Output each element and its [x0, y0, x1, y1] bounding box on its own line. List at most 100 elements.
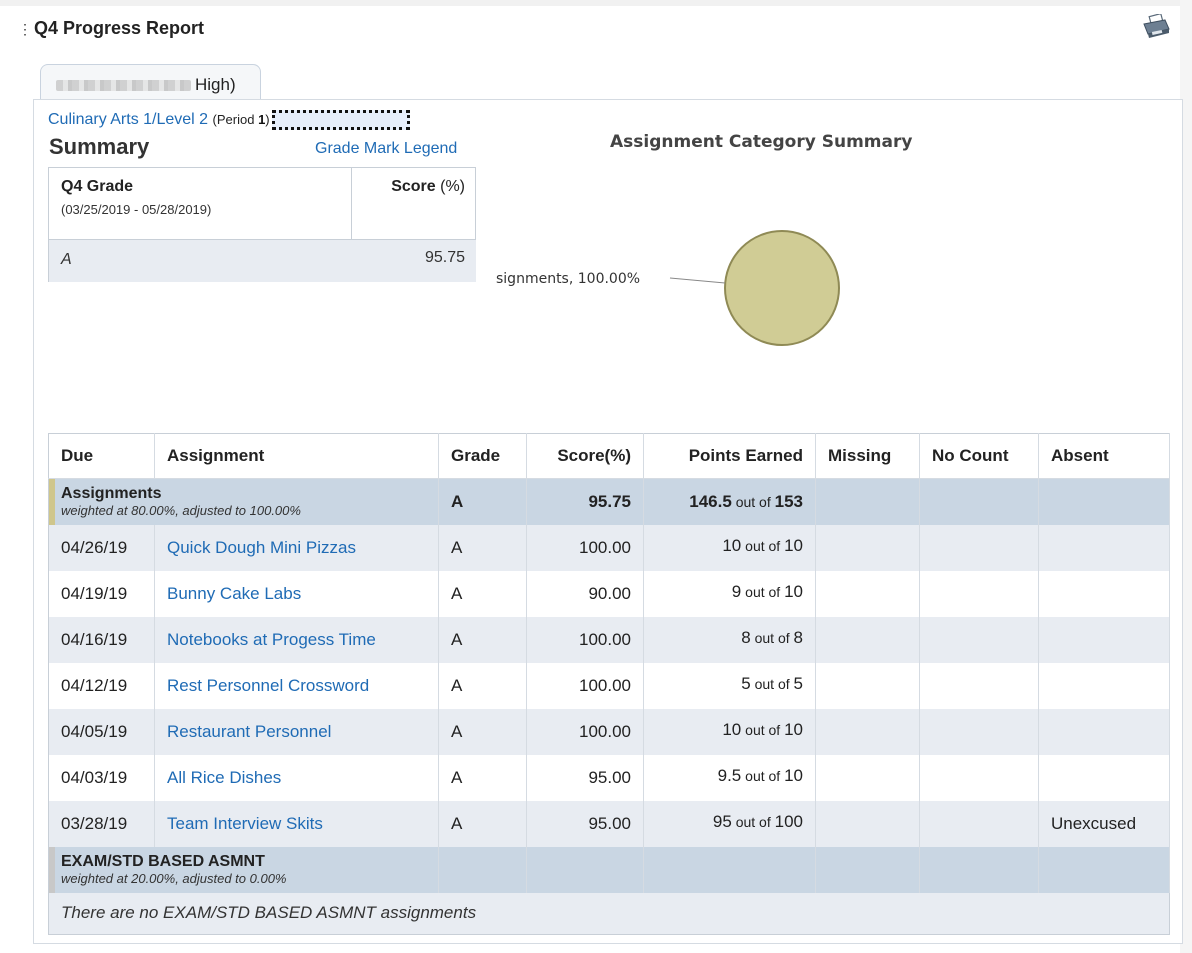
category-row: Assignments weighted at 80.00%, adjusted …: [48, 478, 1170, 525]
category-weight: weighted at 80.00%, adjusted to 100.00%: [61, 503, 301, 519]
category-color-bar: [49, 479, 55, 525]
assignment-link[interactable]: Rest Personnel Crossword: [167, 676, 369, 695]
column-header[interactable]: Grade: [438, 433, 527, 479]
assignment-link[interactable]: Notebooks at Progess Time: [167, 630, 376, 649]
assignment-grade: A: [438, 800, 527, 847]
redacted-teacher-name: [271, 110, 410, 130]
category-row: EXAM/STD BASED ASMNT weighted at 20.00%, …: [48, 846, 1170, 893]
assignment-cell: Bunny Cake Labs: [154, 570, 439, 617]
pie-leader-line: [669, 277, 726, 284]
column-header[interactable]: Due: [48, 433, 155, 479]
table-row: 04/03/19 All Rice Dishes A 95.00 9.5 out of …: [48, 754, 1170, 801]
absent-flag: [1038, 524, 1170, 571]
absent-flag: [1038, 754, 1170, 801]
due-date: 04/05/19: [48, 708, 155, 755]
points-possible: 10: [784, 535, 803, 555]
assignment-score: 95.00: [526, 800, 644, 847]
table-header-row: Due Assignment Grade Score(%) Points Earned M…: [48, 433, 1170, 479]
course-link[interactable]: Culinary Arts 1/Level 2: [48, 111, 208, 128]
assignment-cell: Quick Dough Mini Pizzas: [154, 524, 439, 571]
absent-flag: [1038, 570, 1170, 617]
due-date: 04/12/19: [48, 662, 155, 709]
pie-slice-label: signments, 100.00%: [496, 271, 640, 287]
points-earned: 9.5 out of 10: [643, 754, 816, 801]
table-row: 04/05/19 Restaurant Personnel A 100.00 10 ou…: [48, 708, 1170, 755]
column-header[interactable]: Score(%): [526, 433, 644, 479]
no-count-flag: [919, 524, 1039, 571]
summary-heading: Summary: [49, 134, 150, 159]
assignment-score: 100.00: [526, 708, 644, 755]
missing-flag: [815, 662, 920, 709]
assignment-cell: Notebooks at Progess Time: [154, 616, 439, 663]
column-header[interactable]: No Count: [919, 433, 1039, 479]
no-count-flag: [919, 662, 1039, 709]
category-score: [526, 846, 644, 893]
category-points: 146.5 out of 153: [643, 478, 816, 525]
absent-flag: [1038, 662, 1170, 709]
due-date: 04/03/19: [48, 754, 155, 801]
column-header[interactable]: Missing: [815, 433, 920, 479]
points-earned-value: 8: [741, 627, 751, 647]
points-possible: 10: [784, 719, 803, 739]
category-empty-cell: [919, 478, 1039, 525]
assignment-score: 100.00: [526, 524, 644, 571]
points-possible: 100: [774, 811, 803, 831]
assignment-cell: Team Interview Skits: [154, 800, 439, 847]
table-row: 04/26/19 Quick Dough Mini Pizzas A 100.00 10…: [48, 524, 1170, 571]
column-header[interactable]: Absent: [1038, 433, 1170, 479]
missing-flag: [815, 754, 920, 801]
missing-flag: [815, 524, 920, 571]
assignment-score: 100.00: [526, 662, 644, 709]
points-earned: 8 out of 8: [643, 616, 816, 663]
points-out-of: out of: [741, 537, 785, 554]
category-empty-cell: [815, 846, 920, 893]
no-count-flag: [919, 800, 1039, 847]
points-out-of: out of: [731, 813, 775, 830]
assignment-link[interactable]: Team Interview Skits: [167, 814, 323, 833]
grade-header: Q4 Grade: [61, 178, 134, 195]
assignment-link[interactable]: Restaurant Personnel: [167, 722, 331, 741]
table-row: 03/28/19 Team Interview Skits A 95.00 95 out…: [48, 800, 1170, 847]
category-points: [643, 846, 816, 893]
category-points-total: 153: [774, 491, 803, 511]
category-name: EXAM/STD BASED ASMNT: [61, 853, 265, 870]
assignments-table: Due Assignment Grade Score(%) Points Earned M…: [48, 433, 1170, 935]
period-info: (Period 1): [213, 112, 270, 127]
category-grade: A: [438, 478, 527, 525]
tab-school[interactable]: High): [40, 64, 261, 100]
points-earned: 10 out of 10: [643, 708, 816, 755]
printer-icon[interactable]: [1141, 14, 1171, 40]
overall-score: 95.75: [424, 249, 465, 266]
category-empty-cell: [815, 478, 920, 525]
chart-title: Assignment Category Summary: [610, 132, 913, 152]
category-color-bar: [49, 846, 55, 893]
pie-slice[interactable]: [724, 230, 840, 346]
category-points-mid: out of: [731, 493, 775, 510]
assignment-link[interactable]: Bunny Cake Labs: [167, 584, 301, 603]
grade-mark-legend-link[interactable]: Grade Mark Legend: [315, 140, 457, 158]
points-out-of: out of: [741, 721, 785, 738]
assignment-link[interactable]: Quick Dough Mini Pizzas: [167, 538, 356, 557]
category-grade: [438, 846, 527, 893]
report-title: ⋮ Q4 Progress Report: [18, 18, 204, 39]
points-earned-value: 5: [741, 673, 751, 693]
category-empty-cell: [1038, 478, 1170, 525]
points-earned: 5 out of 5: [643, 662, 816, 709]
assignment-link[interactable]: All Rice Dishes: [167, 768, 281, 787]
points-earned-value: 95: [712, 811, 732, 831]
no-count-flag: [919, 708, 1039, 755]
score-header: Score (%): [391, 178, 465, 196]
empty-category-message: There are no EXAM/STD BASED ASMNT assign…: [48, 892, 1170, 935]
points-earned-value: 9.5: [717, 765, 742, 785]
column-header[interactable]: Points Earned: [643, 433, 816, 479]
table-row: 04/12/19 Rest Personnel Crossword A 100.00 5…: [48, 662, 1170, 709]
absent-flag: Unexcused: [1038, 800, 1170, 847]
grade-dates: (03/25/2019 - 05/28/2019): [61, 202, 212, 217]
assignment-grade: A: [438, 754, 527, 801]
column-header[interactable]: Assignment: [154, 433, 439, 479]
due-date: 04/26/19: [48, 524, 155, 571]
expand-icon[interactable]: ⋮: [18, 21, 32, 37]
absent-flag: [1038, 616, 1170, 663]
score-header-unit: (%): [435, 178, 465, 195]
absent-flag: [1038, 708, 1170, 755]
